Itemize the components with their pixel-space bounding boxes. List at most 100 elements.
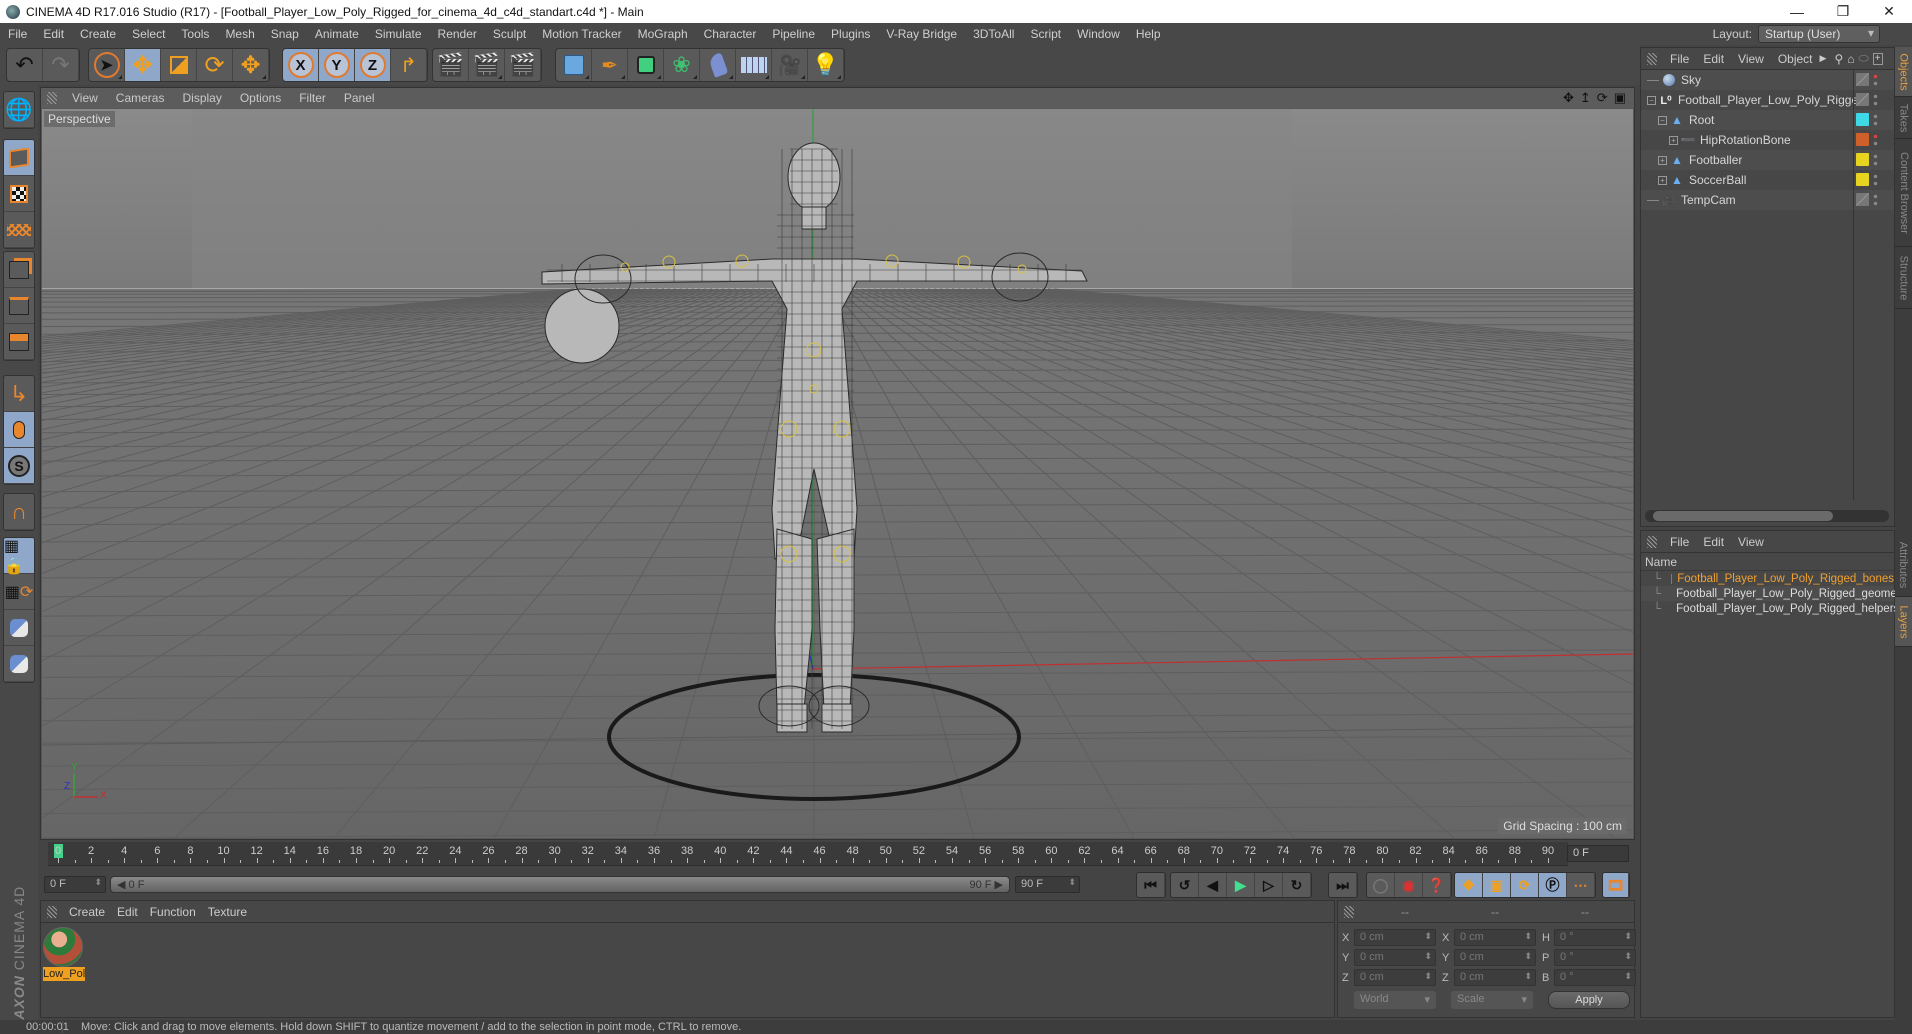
layer-menu-edit[interactable]: Edit	[1696, 535, 1731, 549]
pos-x-field[interactable]: 0 cm	[1354, 929, 1436, 946]
scrollbar-thumb[interactable]	[1653, 511, 1833, 521]
light-button[interactable]: 💡	[808, 49, 844, 81]
subdivision-surface-button[interactable]	[628, 49, 664, 81]
timeline-ruler[interactable]: 0 2 4 6 8 10 12 14 16 18 20 22 24 26 28 30 32 34 36 38 40 42 4…	[48, 842, 1568, 866]
frame-range-slider[interactable]: ◀ 0 F 90 F ▶	[110, 876, 1010, 893]
floor-button[interactable]	[736, 49, 772, 81]
menu-simulate[interactable]: Simulate	[367, 27, 430, 41]
layer-menu-view[interactable]: View	[1731, 535, 1771, 549]
go-to-start-button[interactable]: ⏮	[1137, 873, 1165, 897]
move-view-icon[interactable]: ✥	[1563, 90, 1574, 106]
layer-row[interactable]: └ Football_Player_Low_Poly_Rigged_geomet	[1641, 586, 1900, 601]
pen-spline-button[interactable]: ✒	[592, 49, 628, 81]
layer-menu-file[interactable]: File	[1663, 535, 1696, 549]
material-menu-function[interactable]: Function	[144, 905, 202, 919]
coordinate-space-dropdown[interactable]: World	[1354, 991, 1436, 1009]
render-picture-viewer-button[interactable]: 🎬	[469, 49, 505, 81]
workplane-lock-button[interactable]: ▦🔒	[4, 538, 34, 575]
solo-button[interactable]: S	[4, 448, 34, 484]
size-mode-dropdown[interactable]: Scale	[1451, 991, 1533, 1009]
key-rotation-button[interactable]: ⟳	[1511, 873, 1539, 897]
play-button[interactable]: ▶	[1227, 873, 1255, 897]
toggle-layout-icon[interactable]: ▣	[1614, 90, 1626, 106]
camera-button[interactable]: 🎥	[772, 49, 808, 81]
autokey-button[interactable]: ◯	[1367, 873, 1395, 897]
tab-objects[interactable]: Objects	[1895, 47, 1912, 97]
tab-takes[interactable]: Takes	[1895, 97, 1912, 139]
workplane-mode-button[interactable]	[4, 212, 34, 248]
menu-character[interactable]: Character	[696, 27, 765, 41]
visibility-dots-icon[interactable]	[1873, 173, 1878, 187]
x-axis-lock-button[interactable]: X	[283, 49, 319, 81]
panel-grip-icon[interactable]	[1647, 52, 1657, 65]
object-row-hiprotationbone[interactable]: + ➖ HipRotationBone	[1641, 130, 1894, 150]
key-scale-button[interactable]: ▣	[1483, 873, 1511, 897]
restore-button[interactable]: ❐	[1820, 0, 1866, 23]
layer-row[interactable]: └ Football_Player_Low_Poly_Rigged_helpers	[1641, 601, 1899, 616]
om-menu-object[interactable]: Object	[1771, 52, 1820, 66]
menu-help[interactable]: Help	[1128, 27, 1169, 41]
y-axis-lock-button[interactable]: Y	[319, 49, 355, 81]
menu-create[interactable]: Create	[72, 27, 124, 41]
cloner-button[interactable]: ❀	[664, 49, 700, 81]
rot-p-field[interactable]: 0 °	[1554, 949, 1636, 966]
layout-dropdown[interactable]: Startup (User)	[1758, 25, 1880, 43]
expand-toggle-icon[interactable]: −	[1647, 95, 1656, 105]
go-to-end-button[interactable]: ⏭	[1329, 873, 1357, 897]
layer-color-chip[interactable]	[1856, 133, 1869, 146]
cube-button[interactable]	[556, 49, 592, 81]
rot-h-field[interactable]: 0 °	[1554, 929, 1636, 946]
undo-button[interactable]: ↶	[7, 49, 43, 81]
object-row-football-player-low-poly-rigged[interactable]: − L⁰ Football_Player_Low_Poly_Rigged	[1641, 90, 1894, 110]
visibility-dots-icon[interactable]	[1873, 193, 1878, 207]
points-mode-button[interactable]	[4, 252, 34, 288]
tab-structure[interactable]: Structure	[1895, 247, 1912, 309]
move-tool-button[interactable]: ✥	[125, 49, 161, 81]
menu-select[interactable]: Select	[124, 27, 173, 41]
rotate-view-icon[interactable]: ⟳	[1597, 90, 1608, 106]
material-menu-create[interactable]: Create	[63, 905, 111, 919]
size-y-field[interactable]: 0 cm	[1454, 949, 1536, 966]
tweak-mode-button[interactable]	[4, 412, 34, 448]
menu-file[interactable]: File	[0, 27, 35, 41]
workplane-align-button[interactable]: ▦⟳	[4, 574, 34, 610]
start-frame-field[interactable]: 0 F ⬍	[44, 876, 106, 893]
search-icon[interactable]: ⚲	[1834, 52, 1843, 66]
layer-color-chip[interactable]	[1856, 153, 1869, 166]
next-key-button[interactable]: ↻	[1283, 873, 1311, 897]
material-swatch[interactable]: Low_Pol	[43, 927, 85, 983]
menu-script[interactable]: Script	[1022, 27, 1069, 41]
snap-button[interactable]: ∩	[4, 494, 34, 530]
render-settings-button[interactable]: 🎬	[505, 49, 541, 81]
menu-render[interactable]: Render	[430, 27, 485, 41]
tab-attributes[interactable]: Attributes	[1895, 533, 1912, 597]
object-row-footballer[interactable]: + ▲ Footballer	[1641, 150, 1894, 170]
tab-content-browser[interactable]: Content Browser	[1895, 139, 1912, 247]
visibility-dots-icon[interactable]	[1873, 153, 1878, 167]
open-timeline-button[interactable]: 🎞	[1603, 873, 1629, 897]
menu-3dtoall[interactable]: 3DToAll	[965, 27, 1022, 41]
autokeying-help-button[interactable]: ❓	[1423, 873, 1451, 897]
apply-button[interactable]: Apply	[1548, 991, 1630, 1009]
size-x-field[interactable]: 0 cm	[1454, 929, 1536, 946]
visibility-dots-icon[interactable]	[1873, 93, 1878, 107]
visibility-dots-icon[interactable]	[1873, 133, 1878, 147]
rot-b-field[interactable]: 0 °	[1554, 969, 1636, 986]
zoom-view-icon[interactable]: ↥	[1580, 90, 1591, 106]
layer-name-column-header[interactable]: Name	[1641, 553, 1894, 571]
layer-row[interactable]: └ Football_Player_Low_Poly_Rigged_bones	[1641, 571, 1894, 586]
object-row-soccerball[interactable]: + ▲ SoccerBall	[1641, 170, 1894, 190]
next-frame-button[interactable]: ▷	[1255, 873, 1283, 897]
layer-color-chip[interactable]	[1856, 113, 1869, 126]
menu-window[interactable]: Window	[1069, 27, 1128, 41]
panel-grip-icon[interactable]	[47, 905, 57, 918]
layer-tag-empty-icon[interactable]	[1856, 193, 1869, 206]
model-mode-button[interactable]	[4, 140, 34, 176]
texture-mode-button[interactable]	[4, 176, 34, 212]
menu-animate[interactable]: Animate	[307, 27, 367, 41]
previous-frame-button[interactable]: ◀	[1199, 873, 1227, 897]
previous-key-button[interactable]: ↺	[1171, 873, 1199, 897]
layer-tag-empty-icon[interactable]	[1856, 73, 1869, 86]
layer-color-chip[interactable]	[1856, 173, 1869, 186]
new-window-icon[interactable]: +	[1872, 52, 1883, 65]
